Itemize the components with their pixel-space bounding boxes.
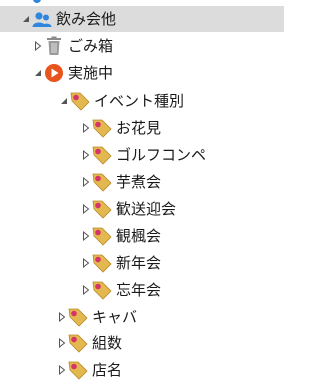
tag-icon [92,225,112,247]
tag-icon [92,117,112,139]
collapsed-arrow-icon[interactable] [56,330,68,356]
tree-node-event-child[interactable]: 歓送迎会 [0,196,284,222]
collapsed-arrow-icon[interactable] [56,304,68,330]
tree-node-active[interactable]: 実施中 [0,60,284,86]
collapsed-arrow-icon[interactable] [32,33,44,59]
tree-node-label: 実施中 [68,64,114,82]
tree-node-trash[interactable]: ごみ箱 [0,33,284,59]
tree-node-label: 観楓会 [116,227,162,245]
tag-icon [70,90,90,112]
people-icon [28,0,48,4]
people-icon [32,8,52,30]
tree-node-event-child[interactable]: 忘年会 [0,277,284,303]
tree-node-label: ゴルフコンペ [116,146,207,164]
tree-node-event-child[interactable]: お花見 [0,115,284,141]
tree-node-label: キャバ [92,308,138,326]
tag-icon [92,279,112,301]
collapsed-arrow-icon[interactable] [56,357,68,383]
tag-icon [92,252,112,274]
tag-icon [68,332,88,354]
collapsed-arrow-icon[interactable] [80,277,92,303]
collapsed-arrow-icon[interactable] [80,250,92,276]
tree-node-tag[interactable]: キャバ [0,304,284,330]
expanded-arrow-icon[interactable] [20,6,32,32]
tree-view: 飲み会他 ごみ箱 実施中 イベント種別 お花見 ゴルフコンペ 芋煮会 歓送迎会 … [0,0,284,388]
trash-icon [44,35,64,57]
tree-node-label: お花見 [116,119,162,137]
tree-node-label: 歓送迎会 [116,200,177,218]
tag-icon [68,306,88,328]
collapsed-arrow-icon[interactable] [80,223,92,249]
play-circle-icon [44,62,64,84]
tree-node-label: ごみ箱 [68,37,114,55]
tree-node-tag[interactable]: 店名 [0,357,284,383]
tree-node-label: 店名 [92,361,123,379]
tag-icon [68,359,88,381]
collapsed-arrow-icon[interactable] [80,115,92,141]
tree-node-label: 組数 [92,334,123,352]
collapsed-arrow-icon[interactable] [80,196,92,222]
tree-node-label: イベント種別 [94,92,185,110]
tree-node-root[interactable]: 飲み会他 [0,6,284,32]
tree-node-label: 飲み会他 [56,10,117,28]
tag-icon [92,144,112,166]
tree-node-event-type[interactable]: イベント種別 [0,88,284,114]
tag-icon [92,171,112,193]
tree-node-label: 忘年会 [116,281,162,299]
tree-node-event-child[interactable]: 新年会 [0,250,284,276]
expanded-arrow-icon[interactable] [58,88,70,114]
tag-icon [92,198,112,220]
tree-node-event-child[interactable]: ゴルフコンペ [0,142,284,168]
tree-node-tag[interactable]: 組数 [0,330,284,356]
tree-node-label: 新年会 [116,254,162,272]
tree-node-event-child[interactable]: 芋煮会 [0,169,284,195]
collapsed-arrow-icon[interactable] [80,169,92,195]
expanded-arrow-icon[interactable] [32,60,44,86]
collapsed-arrow-icon[interactable] [80,142,92,168]
tree-node-label: 芋煮会 [116,173,162,191]
tree-node-event-child[interactable]: 観楓会 [0,223,284,249]
